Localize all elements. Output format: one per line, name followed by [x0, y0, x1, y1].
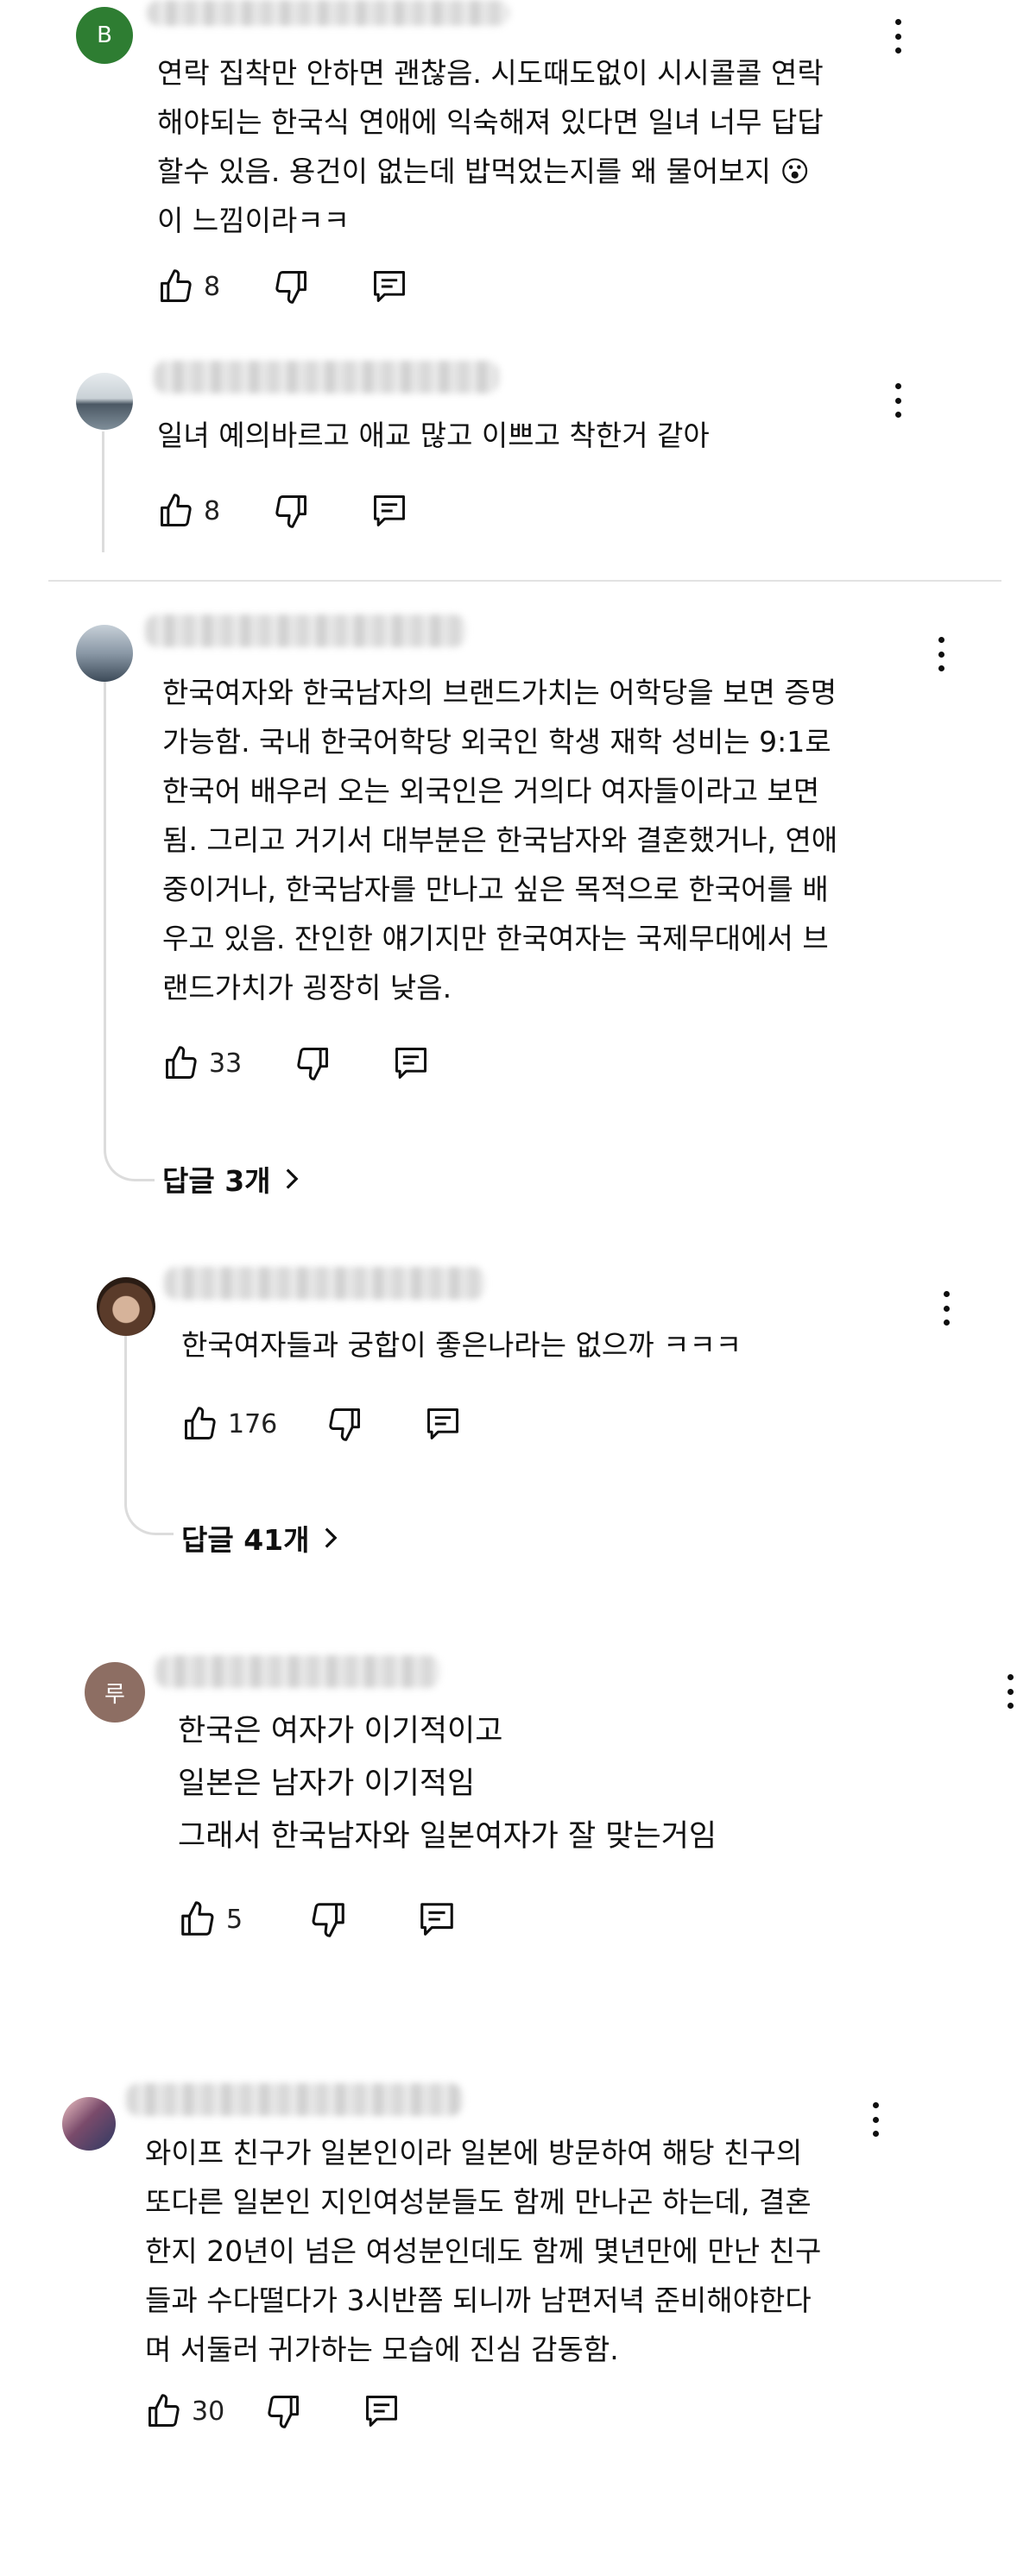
- avatar[interactable]: [97, 1277, 155, 1336]
- avatar[interactable]: 루: [85, 1662, 145, 1723]
- comment-text: 일녀 예의바르고 애교 많고 이쁘고 착한거 같아: [157, 419, 710, 452]
- thumbs-down-icon: [275, 495, 307, 528]
- view-replies-button[interactable]: 답글 3개: [162, 1158, 300, 1200]
- like-count: 30: [192, 2396, 225, 2427]
- thumbs-up-icon: [161, 494, 192, 526]
- comment-actions: 8: [157, 490, 408, 532]
- like-button[interactable]: 176: [181, 1405, 277, 1443]
- like-button[interactable]: 8: [157, 268, 220, 305]
- thread-line: [102, 431, 108, 552]
- author-name-blurred[interactable]: [164, 1267, 485, 1300]
- thumbs-up-icon: [166, 1046, 197, 1079]
- reply-comment-icon: [374, 271, 406, 302]
- avatar[interactable]: [62, 2097, 116, 2151]
- thumbs-down-icon: [312, 1903, 344, 1937]
- comment-text: 한국여자와 한국남자의 브랜드가치는 어학당을 보면 증명 가능함. 국내 한국…: [162, 676, 838, 1005]
- thumbs-down-icon: [275, 271, 307, 304]
- reply-button[interactable]: [370, 268, 408, 305]
- reply-button[interactable]: [392, 1044, 430, 1082]
- dislike-button[interactable]: [325, 1405, 363, 1443]
- author-name-blurred[interactable]: [126, 2083, 463, 2116]
- comment-actions: 5: [178, 1899, 457, 1940]
- comment-text: 와이프 친구가 일본인이라 일본에 방문하여 해당 친구의 또다른 일본인 지인…: [145, 2136, 822, 2366]
- reply-comment-icon: [427, 1408, 459, 1439]
- like-button[interactable]: 8: [157, 492, 220, 530]
- like-button[interactable]: 33: [162, 1044, 242, 1082]
- like-count: 33: [209, 1048, 243, 1079]
- thumbs-up-icon: [161, 269, 192, 302]
- author-name-blurred[interactable]: [145, 614, 466, 647]
- reply-comment-icon: [374, 495, 406, 526]
- author-name-blurred[interactable]: [147, 0, 509, 26]
- comment-actions: 30: [145, 2390, 401, 2432]
- replies-label: 답글 3개: [162, 1164, 271, 1198]
- reply-button[interactable]: [424, 1405, 462, 1443]
- dislike-button[interactable]: [308, 1899, 348, 1939]
- like-count: 176: [228, 1408, 278, 1439]
- like-count: 8: [204, 495, 221, 526]
- dislike-button[interactable]: [272, 492, 310, 530]
- thumbs-down-icon: [297, 1048, 329, 1080]
- avatar-letter: 루: [104, 1681, 125, 1708]
- like-count: 5: [226, 1904, 243, 1935]
- avatar[interactable]: B: [76, 7, 133, 64]
- more-options-button[interactable]: [932, 637, 950, 671]
- comment-actions: 176: [181, 1403, 462, 1445]
- reply-button[interactable]: [363, 2392, 401, 2430]
- like-button[interactable]: 5: [178, 1899, 243, 1939]
- view-replies-button[interactable]: 답글 41개: [181, 1517, 339, 1559]
- reply-button[interactable]: [370, 492, 408, 530]
- comment-text: 한국여자들과 궁합이 좋은나라는 없으까 ㅋㅋㅋ: [181, 1328, 742, 1362]
- like-button[interactable]: 30: [145, 2392, 224, 2430]
- comment-text: 연락 집착만 안하면 괜찮음. 시도때도없이 시시콜콜 연락 해야되는 한국식 …: [157, 56, 824, 237]
- thumbs-down-icon: [268, 2396, 300, 2428]
- avatar[interactable]: [76, 625, 133, 682]
- chevron-right-icon: [286, 1168, 299, 1189]
- section-divider: [48, 580, 1001, 582]
- author-name-blurred[interactable]: [155, 1655, 440, 1688]
- reply-comment-icon: [366, 2396, 398, 2427]
- author-name-blurred[interactable]: [154, 361, 499, 394]
- thread-line: [124, 1336, 174, 1535]
- comment-text: 한국은 여자가 이기적이고 일본은 남자가 이기적임 그래서 한국남자와 일본여…: [178, 1714, 717, 1854]
- more-options-button[interactable]: [1001, 1674, 1019, 1709]
- reply-button[interactable]: [417, 1899, 457, 1939]
- reply-comment-icon: [420, 1903, 453, 1936]
- reply-comment-icon: [395, 1048, 427, 1079]
- thumbs-up-icon: [181, 1901, 214, 1936]
- thumbs-down-icon: [329, 1408, 361, 1441]
- like-count: 8: [204, 271, 221, 302]
- thumbs-up-icon: [185, 1407, 216, 1439]
- dislike-button[interactable]: [294, 1044, 332, 1082]
- avatar-letter: B: [97, 22, 112, 48]
- dislike-button[interactable]: [272, 268, 310, 305]
- thread-line: [104, 682, 155, 1181]
- chevron-right-icon: [325, 1527, 337, 1548]
- avatar[interactable]: [76, 373, 133, 430]
- comment-actions: 33: [162, 1042, 430, 1084]
- dislike-button[interactable]: [264, 2392, 302, 2430]
- replies-label: 답글 41개: [181, 1523, 310, 1557]
- thumbs-up-icon: [148, 2394, 180, 2427]
- comment-actions: 8: [157, 266, 408, 307]
